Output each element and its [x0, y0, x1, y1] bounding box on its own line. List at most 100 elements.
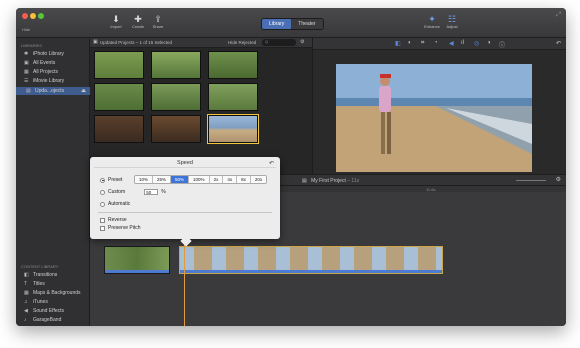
- crop-icon[interactable]: ⌗: [421, 40, 424, 47]
- volume-icon[interactable]: ◀: [449, 40, 454, 47]
- hide-rejected-dropdown[interactable]: Hide Rejected: [228, 40, 256, 45]
- clip-thumbnail[interactable]: [94, 51, 144, 79]
- preset-radio[interactable]: [100, 177, 105, 183]
- clip-thumbnail[interactable]: [94, 115, 144, 143]
- sidebar-item-all-projects[interactable]: ▦ All Projects: [24, 69, 58, 75]
- reverse-label: Reverse: [108, 217, 127, 223]
- preset-100-percent[interactable]: 100%: [189, 176, 210, 183]
- clip-thumbnail[interactable]: [208, 51, 258, 79]
- sidebar-item-all-events[interactable]: ▣ All Events: [24, 60, 55, 66]
- titles-icon: T: [24, 281, 28, 287]
- audio-strip: [180, 270, 442, 273]
- adjust-label: Adjust: [446, 24, 458, 29]
- project-name: My First Project: [311, 178, 346, 184]
- sidebar-item-updated-projects[interactable]: ▤ Upda...ojects ⏏: [16, 87, 90, 95]
- sidebar-item-sound-effects[interactable]: ◀ Sound Effects: [24, 308, 64, 314]
- preset-label: Preset: [108, 177, 123, 183]
- clip-thumbnail-selected[interactable]: [207, 114, 259, 144]
- preserve-pitch-label: Preserve Pitch: [108, 225, 141, 231]
- reset-speed-icon[interactable]: ↶: [269, 160, 274, 167]
- automatic-radio[interactable]: [100, 201, 105, 207]
- reverse-checkbox[interactable]: [100, 217, 105, 223]
- beach-scene-image: [336, 64, 532, 172]
- automatic-option[interactable]: Automatic: [100, 201, 130, 207]
- color-balance-icon[interactable]: ◧: [395, 40, 401, 47]
- imovie-window: Hide ⬇ Import ✚ Create ⇪ Share Library T…: [16, 8, 566, 326]
- fullscreen-icon[interactable]: ⤢: [556, 12, 561, 19]
- preserve-pitch-checkbox[interactable]: [100, 225, 105, 231]
- tab-theater[interactable]: Theater: [291, 19, 323, 29]
- timeline-clip[interactable]: [104, 246, 170, 274]
- speaker-icon: ◀: [24, 308, 28, 314]
- settings-icon[interactable]: ⚙: [556, 176, 561, 183]
- reset-all-icon[interactable]: ↶: [556, 40, 561, 47]
- viewer-toolbar: ◧ ◐ ⌗ ◔ ◀ ıl ◎ ◑ ⓘ ↶: [313, 38, 566, 50]
- sidebar-item-garageband[interactable]: ♪ GarageBand: [24, 317, 61, 323]
- clip-thumbnail[interactable]: [208, 83, 258, 111]
- share-button[interactable]: ⇪ Share: [146, 14, 170, 29]
- clip-thumbnail[interactable]: [94, 83, 144, 111]
- sidebar-item-titles[interactable]: T Titles: [24, 281, 45, 287]
- sidebar-item-label: iPhoto Library: [33, 51, 64, 57]
- stabilization-icon[interactable]: ◔: [434, 40, 438, 46]
- custom-option[interactable]: Custom 50 %: [100, 189, 166, 195]
- automatic-label: Automatic: [108, 201, 131, 207]
- preset-option[interactable]: Preset: [100, 177, 122, 183]
- film-strip-icon: ▤: [302, 178, 307, 184]
- star-icon: ✱: [24, 51, 29, 57]
- speed-icon[interactable]: ◎: [474, 40, 479, 47]
- zoom-slider[interactable]: [516, 180, 546, 181]
- libraries-sidebar: LIBRARIES ✱ iPhoto Library ▣ All Events …: [16, 38, 90, 326]
- sidebar-item-label: Sound Effects: [33, 308, 65, 314]
- ruler-mark: 11.6s: [426, 187, 436, 192]
- preset-20x[interactable]: 20x: [250, 176, 267, 183]
- film-icon: ▣: [24, 60, 29, 66]
- speed-title: Speed: [177, 160, 193, 166]
- search-input[interactable]: Q: [262, 39, 296, 46]
- zoom-window-button[interactable]: [38, 13, 44, 19]
- plus-icon: ✚: [134, 14, 142, 24]
- reverse-option[interactable]: Reverse: [100, 217, 127, 223]
- minimize-window-button[interactable]: [30, 13, 36, 19]
- timeline-clip-selected[interactable]: [179, 246, 443, 274]
- sidebar-item-label: Upda...ojects: [35, 88, 65, 94]
- tab-library[interactable]: Library: [262, 19, 292, 29]
- content-library-header: CONTENT LIBRARY: [21, 264, 59, 269]
- eject-icon[interactable]: ⏏: [81, 88, 86, 94]
- grid-icon: ▦: [24, 69, 29, 75]
- preset-2x[interactable]: 2x: [209, 176, 224, 183]
- import-button[interactable]: ⬇ Import: [104, 14, 128, 29]
- custom-speed-field[interactable]: 50: [144, 189, 159, 195]
- sidebar-item-maps-backgrounds[interactable]: ▦ Maps & Backgrounds: [24, 290, 81, 296]
- preset-8x[interactable]: 8x: [237, 176, 251, 183]
- sidebar-item-transitions[interactable]: ◧ Transitions: [24, 272, 57, 278]
- preserve-pitch-option[interactable]: Preserve Pitch: [100, 225, 141, 231]
- sidebar-item-label: Titles: [33, 281, 45, 287]
- custom-radio[interactable]: [100, 189, 105, 195]
- settings-icon[interactable]: ⚙: [300, 39, 304, 45]
- sidebar-item-label: All Events: [33, 60, 56, 66]
- adjust-button[interactable]: ☷ Adjust: [440, 14, 464, 29]
- noise-reduction-icon[interactable]: ıl: [461, 40, 464, 46]
- sidebar-item-label: All Projects: [33, 69, 59, 75]
- clip-thumbnail[interactable]: [151, 51, 201, 79]
- color-correction-icon[interactable]: ◐: [408, 40, 412, 46]
- sidebar-item-label: Transitions: [33, 272, 58, 278]
- info-icon[interactable]: ⓘ: [499, 40, 505, 49]
- download-arrow-icon: ⬇: [112, 14, 120, 24]
- grid-view-icon[interactable]: ▣: [93, 39, 98, 45]
- filter-icon[interactable]: ◑: [487, 40, 491, 46]
- audio-strip: [105, 270, 169, 273]
- preset-50-percent[interactable]: 50%: [171, 176, 190, 183]
- preset-4x[interactable]: 4x: [223, 176, 238, 183]
- guitar-icon: ♪: [24, 317, 27, 323]
- preset-10-percent[interactable]: 10%: [135, 176, 154, 183]
- preset-25-percent[interactable]: 25%: [153, 176, 172, 183]
- sidebar-item-itunes[interactable]: ♫ iTunes: [24, 299, 48, 305]
- clip-thumbnail[interactable]: [151, 83, 201, 111]
- clip-thumbnail[interactable]: [151, 115, 201, 143]
- sidebar-item-iphoto-library[interactable]: ✱ iPhoto Library: [24, 51, 64, 57]
- close-window-button[interactable]: [22, 13, 28, 19]
- sidebar-item-imovie-library[interactable]: ☰ iMovie Library: [24, 78, 64, 84]
- hide-sidebar-button[interactable]: Hide: [22, 27, 30, 32]
